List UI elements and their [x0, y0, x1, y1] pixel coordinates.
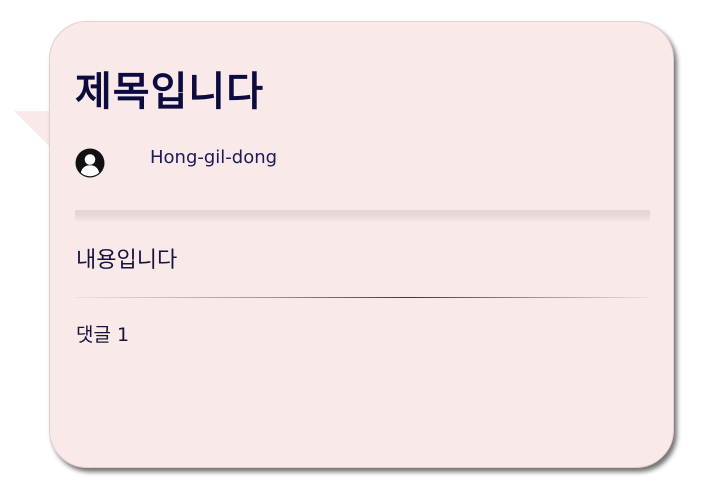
user-avatar-icon[interactable]	[75, 148, 105, 178]
comment-count[interactable]: 댓글 1	[76, 322, 129, 348]
post-content: 내용입니다	[76, 248, 178, 273]
author-name[interactable]: Hong-gil-dong	[150, 148, 277, 168]
post-title: 제목입니다	[75, 69, 264, 115]
author-row: Hong-gil-dong	[75, 148, 375, 180]
content-divider	[75, 297, 650, 298]
speech-bubble-tail	[14, 111, 50, 147]
header-divider	[75, 210, 650, 222]
post-bubble-stage: 제목입니다 Hong-gil-dong 내용입니다 댓글 1	[0, 0, 708, 490]
